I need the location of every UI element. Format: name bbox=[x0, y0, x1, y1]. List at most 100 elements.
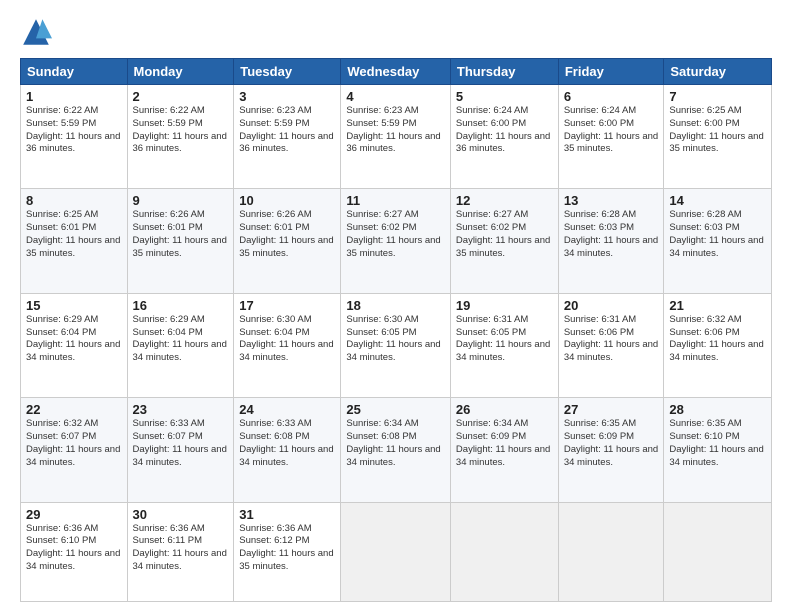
calendar-cell: 18 Sunrise: 6:30 AMSunset: 6:05 PMDaylig… bbox=[341, 293, 451, 397]
day-number: 14 bbox=[669, 193, 766, 208]
calendar-cell: 16 Sunrise: 6:29 AMSunset: 6:04 PMDaylig… bbox=[127, 293, 234, 397]
calendar-cell bbox=[450, 502, 558, 602]
day-info: Sunrise: 6:23 AMSunset: 5:59 PMDaylight:… bbox=[239, 105, 335, 156]
calendar-cell: 30 Sunrise: 6:36 AMSunset: 6:11 PMDaylig… bbox=[127, 502, 234, 602]
calendar-cell: 9 Sunrise: 6:26 AMSunset: 6:01 PMDayligh… bbox=[127, 189, 234, 293]
day-number: 27 bbox=[564, 402, 659, 417]
day-number: 2 bbox=[133, 89, 229, 104]
calendar-week-row: 8 Sunrise: 6:25 AMSunset: 6:01 PMDayligh… bbox=[21, 189, 772, 293]
day-info: Sunrise: 6:32 AMSunset: 6:06 PMDaylight:… bbox=[669, 314, 766, 365]
day-info: Sunrise: 6:30 AMSunset: 6:04 PMDaylight:… bbox=[239, 314, 335, 365]
calendar-cell: 1 Sunrise: 6:22 AMSunset: 5:59 PMDayligh… bbox=[21, 85, 128, 189]
day-info: Sunrise: 6:27 AMSunset: 6:02 PMDaylight:… bbox=[456, 209, 553, 260]
day-number: 9 bbox=[133, 193, 229, 208]
day-info: Sunrise: 6:26 AMSunset: 6:01 PMDaylight:… bbox=[133, 209, 229, 260]
calendar-cell: 29 Sunrise: 6:36 AMSunset: 6:10 PMDaylig… bbox=[21, 502, 128, 602]
day-info: Sunrise: 6:22 AMSunset: 5:59 PMDaylight:… bbox=[133, 105, 229, 156]
day-info: Sunrise: 6:24 AMSunset: 6:00 PMDaylight:… bbox=[564, 105, 659, 156]
day-info: Sunrise: 6:27 AMSunset: 6:02 PMDaylight:… bbox=[346, 209, 445, 260]
col-header-wednesday: Wednesday bbox=[341, 59, 451, 85]
day-info: Sunrise: 6:25 AMSunset: 6:00 PMDaylight:… bbox=[669, 105, 766, 156]
day-number: 19 bbox=[456, 298, 553, 313]
day-info: Sunrise: 6:36 AMSunset: 6:12 PMDaylight:… bbox=[239, 523, 335, 574]
day-info: Sunrise: 6:28 AMSunset: 6:03 PMDaylight:… bbox=[669, 209, 766, 260]
day-number: 7 bbox=[669, 89, 766, 104]
day-number: 17 bbox=[239, 298, 335, 313]
calendar-cell: 10 Sunrise: 6:26 AMSunset: 6:01 PMDaylig… bbox=[234, 189, 341, 293]
calendar-cell: 14 Sunrise: 6:28 AMSunset: 6:03 PMDaylig… bbox=[664, 189, 772, 293]
calendar-cell: 25 Sunrise: 6:34 AMSunset: 6:08 PMDaylig… bbox=[341, 398, 451, 502]
calendar-cell: 11 Sunrise: 6:27 AMSunset: 6:02 PMDaylig… bbox=[341, 189, 451, 293]
day-number: 15 bbox=[26, 298, 122, 313]
calendar-cell: 3 Sunrise: 6:23 AMSunset: 5:59 PMDayligh… bbox=[234, 85, 341, 189]
day-number: 29 bbox=[26, 507, 122, 522]
day-number: 5 bbox=[456, 89, 553, 104]
calendar-week-row: 22 Sunrise: 6:32 AMSunset: 6:07 PMDaylig… bbox=[21, 398, 772, 502]
day-number: 30 bbox=[133, 507, 229, 522]
day-number: 4 bbox=[346, 89, 445, 104]
day-info: Sunrise: 6:35 AMSunset: 6:10 PMDaylight:… bbox=[669, 418, 766, 469]
calendar-cell: 22 Sunrise: 6:32 AMSunset: 6:07 PMDaylig… bbox=[21, 398, 128, 502]
calendar-cell bbox=[341, 502, 451, 602]
day-info: Sunrise: 6:29 AMSunset: 6:04 PMDaylight:… bbox=[26, 314, 122, 365]
day-number: 23 bbox=[133, 402, 229, 417]
calendar-table: SundayMondayTuesdayWednesdayThursdayFrid… bbox=[20, 58, 772, 602]
day-number: 31 bbox=[239, 507, 335, 522]
calendar-cell: 20 Sunrise: 6:31 AMSunset: 6:06 PMDaylig… bbox=[558, 293, 664, 397]
day-info: Sunrise: 6:25 AMSunset: 6:01 PMDaylight:… bbox=[26, 209, 122, 260]
day-number: 24 bbox=[239, 402, 335, 417]
day-info: Sunrise: 6:34 AMSunset: 6:08 PMDaylight:… bbox=[346, 418, 445, 469]
calendar-cell: 23 Sunrise: 6:33 AMSunset: 6:07 PMDaylig… bbox=[127, 398, 234, 502]
day-number: 8 bbox=[26, 193, 122, 208]
calendar-header-row: SundayMondayTuesdayWednesdayThursdayFrid… bbox=[21, 59, 772, 85]
logo-icon bbox=[20, 16, 52, 48]
calendar-cell: 2 Sunrise: 6:22 AMSunset: 5:59 PMDayligh… bbox=[127, 85, 234, 189]
day-info: Sunrise: 6:26 AMSunset: 6:01 PMDaylight:… bbox=[239, 209, 335, 260]
col-header-tuesday: Tuesday bbox=[234, 59, 341, 85]
calendar-cell: 26 Sunrise: 6:34 AMSunset: 6:09 PMDaylig… bbox=[450, 398, 558, 502]
day-number: 20 bbox=[564, 298, 659, 313]
day-number: 25 bbox=[346, 402, 445, 417]
day-info: Sunrise: 6:23 AMSunset: 5:59 PMDaylight:… bbox=[346, 105, 445, 156]
calendar-cell: 6 Sunrise: 6:24 AMSunset: 6:00 PMDayligh… bbox=[558, 85, 664, 189]
calendar-cell: 19 Sunrise: 6:31 AMSunset: 6:05 PMDaylig… bbox=[450, 293, 558, 397]
day-number: 10 bbox=[239, 193, 335, 208]
day-info: Sunrise: 6:33 AMSunset: 6:08 PMDaylight:… bbox=[239, 418, 335, 469]
calendar-week-row: 15 Sunrise: 6:29 AMSunset: 6:04 PMDaylig… bbox=[21, 293, 772, 397]
calendar-cell: 8 Sunrise: 6:25 AMSunset: 6:01 PMDayligh… bbox=[21, 189, 128, 293]
calendar-cell: 5 Sunrise: 6:24 AMSunset: 6:00 PMDayligh… bbox=[450, 85, 558, 189]
header bbox=[20, 16, 772, 48]
calendar-cell: 4 Sunrise: 6:23 AMSunset: 5:59 PMDayligh… bbox=[341, 85, 451, 189]
calendar-week-row: 1 Sunrise: 6:22 AMSunset: 5:59 PMDayligh… bbox=[21, 85, 772, 189]
day-number: 1 bbox=[26, 89, 122, 104]
day-number: 16 bbox=[133, 298, 229, 313]
day-info: Sunrise: 6:33 AMSunset: 6:07 PMDaylight:… bbox=[133, 418, 229, 469]
day-info: Sunrise: 6:30 AMSunset: 6:05 PMDaylight:… bbox=[346, 314, 445, 365]
col-header-sunday: Sunday bbox=[21, 59, 128, 85]
calendar-cell: 12 Sunrise: 6:27 AMSunset: 6:02 PMDaylig… bbox=[450, 189, 558, 293]
calendar-cell bbox=[558, 502, 664, 602]
day-number: 28 bbox=[669, 402, 766, 417]
day-info: Sunrise: 6:31 AMSunset: 6:06 PMDaylight:… bbox=[564, 314, 659, 365]
day-number: 18 bbox=[346, 298, 445, 313]
calendar-cell bbox=[664, 502, 772, 602]
calendar-week-row: 29 Sunrise: 6:36 AMSunset: 6:10 PMDaylig… bbox=[21, 502, 772, 602]
calendar-cell: 13 Sunrise: 6:28 AMSunset: 6:03 PMDaylig… bbox=[558, 189, 664, 293]
day-number: 6 bbox=[564, 89, 659, 104]
calendar-cell: 21 Sunrise: 6:32 AMSunset: 6:06 PMDaylig… bbox=[664, 293, 772, 397]
col-header-saturday: Saturday bbox=[664, 59, 772, 85]
day-info: Sunrise: 6:34 AMSunset: 6:09 PMDaylight:… bbox=[456, 418, 553, 469]
calendar-cell: 7 Sunrise: 6:25 AMSunset: 6:00 PMDayligh… bbox=[664, 85, 772, 189]
day-info: Sunrise: 6:28 AMSunset: 6:03 PMDaylight:… bbox=[564, 209, 659, 260]
day-info: Sunrise: 6:36 AMSunset: 6:11 PMDaylight:… bbox=[133, 523, 229, 574]
day-number: 12 bbox=[456, 193, 553, 208]
day-number: 21 bbox=[669, 298, 766, 313]
day-info: Sunrise: 6:35 AMSunset: 6:09 PMDaylight:… bbox=[564, 418, 659, 469]
day-info: Sunrise: 6:29 AMSunset: 6:04 PMDaylight:… bbox=[133, 314, 229, 365]
logo bbox=[20, 16, 56, 48]
day-info: Sunrise: 6:24 AMSunset: 6:00 PMDaylight:… bbox=[456, 105, 553, 156]
day-number: 3 bbox=[239, 89, 335, 104]
day-info: Sunrise: 6:32 AMSunset: 6:07 PMDaylight:… bbox=[26, 418, 122, 469]
day-info: Sunrise: 6:31 AMSunset: 6:05 PMDaylight:… bbox=[456, 314, 553, 365]
calendar-cell: 24 Sunrise: 6:33 AMSunset: 6:08 PMDaylig… bbox=[234, 398, 341, 502]
